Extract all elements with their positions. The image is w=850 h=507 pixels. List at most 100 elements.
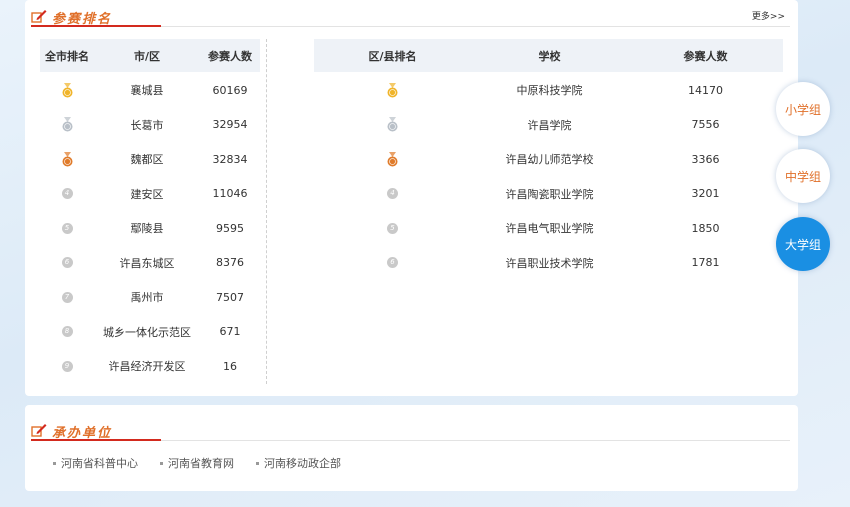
table-row: 6 许昌东城区 8376 [40, 246, 260, 281]
school-name: 中原科技学院 [516, 84, 583, 98]
participant-count: 14170 [688, 83, 723, 97]
city-name: 魏都区 [130, 153, 164, 167]
bronze-medal-icon [62, 151, 72, 167]
section-underline [31, 25, 161, 27]
participant-count: 1850 [691, 221, 720, 235]
participant-count: 3201 [691, 187, 720, 201]
rank-cell: 5 [40, 222, 94, 234]
more-link[interactable]: 更多>> [752, 9, 785, 22]
rank-badge: 5 [387, 222, 398, 234]
rank-cell: 9 [40, 360, 94, 372]
participant-count: 32834 [212, 152, 248, 166]
city-name: 许昌东城区 [119, 256, 175, 270]
school-name: 许昌职业技术学院 [505, 256, 594, 270]
rank-cell: 7 [40, 291, 94, 303]
city-name: 禹州市 [130, 291, 164, 305]
edit-icon [31, 10, 47, 23]
rank-cell [314, 82, 471, 98]
bullet-icon [256, 461, 259, 465]
table-row: 9 许昌经济开发区 16 [40, 349, 260, 384]
participant-count: 1781 [691, 256, 720, 270]
rank-cell: 5 [314, 222, 471, 234]
tab-university[interactable]: 大学组 [776, 217, 830, 271]
gold-medal-icon [387, 82, 398, 98]
ranking-section-header: 参赛排名 更多>> [31, 7, 790, 27]
city-name: 长葛市 [130, 118, 164, 132]
organizers-list: 河南省科普中心 河南省教育网 河南移动政企部 [53, 455, 363, 471]
participant-count: 671 [219, 325, 241, 339]
rank-badge: 4 [387, 188, 398, 200]
column-header-rank: 全市排名 [45, 49, 89, 63]
participant-count: 60169 [212, 83, 248, 97]
participant-count: 16 [223, 359, 237, 373]
bullet-icon [53, 461, 56, 465]
bronze-medal-icon [387, 151, 398, 167]
organizers-panel: 承办单位 河南省科普中心 河南省教育网 河南移动政企部 [25, 405, 798, 491]
table-row: 8 城乡一体化示范区 671 [40, 315, 260, 350]
table-divider [266, 39, 267, 384]
table-row: 中原科技学院 14170 [314, 73, 783, 108]
table-row: 4 建安区 11046 [40, 177, 260, 212]
rank-cell [40, 117, 94, 132]
tab-primary-school[interactable]: 小学组 [776, 82, 830, 136]
rank-cell: 4 [314, 188, 471, 200]
city-name: 城乡一体化示范区 [103, 325, 191, 339]
organizer-link[interactable]: 河南省科普中心 [53, 455, 138, 471]
silver-medal-icon [387, 117, 398, 132]
table-row: 6 许昌职业技术学院 1781 [314, 246, 783, 281]
participant-count: 7556 [691, 118, 720, 132]
table-row: 魏都区 32834 [40, 142, 260, 177]
table-row: 4 许昌陶瓷职业学院 3201 [314, 177, 783, 212]
table-row: 长葛市 32954 [40, 108, 260, 143]
city-name: 襄城县 [130, 84, 164, 98]
city-table-body: 襄城县 60169 长葛市 32954 魏都区 32834 4 建安区 11046 5 鄢陵县 959… [40, 73, 260, 384]
edit-icon [31, 424, 47, 437]
organizer-link[interactable]: 河南移动政企部 [256, 455, 341, 471]
rank-badge: 6 [387, 257, 398, 269]
city-table-header: 全市排名 市/区 参赛人数 [40, 39, 260, 72]
gold-medal-icon [62, 82, 72, 98]
column-header-city: 市/区 [133, 49, 161, 63]
rank-badge: 7 [61, 291, 73, 303]
organizer-link[interactable]: 河南省教育网 [160, 455, 234, 471]
participant-count: 3366 [691, 152, 720, 166]
rank-badge: 6 [61, 257, 73, 269]
column-header-count: 参赛人数 [683, 49, 728, 63]
school-name: 许昌学院 [527, 118, 572, 132]
school-name: 许昌电气职业学院 [505, 222, 594, 236]
city-name: 建安区 [130, 187, 164, 201]
table-row: 襄城县 60169 [40, 73, 260, 108]
silver-medal-icon [62, 117, 72, 132]
participant-count: 32954 [212, 118, 248, 132]
column-header-rank: 区/县排名 [368, 49, 417, 63]
school-name: 许昌陶瓷职业学院 [505, 187, 594, 201]
column-header-school: 学校 [538, 49, 561, 63]
rank-cell: 6 [314, 257, 471, 269]
participant-count: 9595 [216, 221, 244, 235]
rank-cell: 4 [40, 188, 94, 200]
participant-count: 11046 [212, 187, 248, 201]
organizers-section-header: 承办单位 [31, 421, 790, 441]
bullet-icon [160, 461, 163, 465]
rank-badge: 5 [61, 222, 73, 234]
table-row: 许昌学院 7556 [314, 108, 783, 143]
rank-cell [314, 151, 471, 167]
tab-middle-school[interactable]: 中学组 [776, 149, 830, 203]
rank-cell: 8 [40, 326, 94, 338]
rank-cell [40, 82, 94, 98]
rank-cell [314, 117, 471, 132]
school-name: 许昌幼儿师范学校 [505, 153, 594, 167]
ranking-panel: 参赛排名 更多>> 全市排名 市/区 参赛人数 襄城县 60169 长葛市 32954… [25, 0, 798, 396]
table-row: 5 许昌电气职业学院 1850 [314, 211, 783, 246]
participant-count: 8376 [216, 256, 244, 270]
rank-badge: 8 [61, 326, 73, 338]
table-row: 许昌幼儿师范学校 3366 [314, 142, 783, 177]
table-row: 5 鄢陵县 9595 [40, 211, 260, 246]
rank-badge: 4 [61, 188, 73, 200]
school-table-body: 中原科技学院 14170 许昌学院 7556 许昌幼儿师范学校 3366 4 许昌陶瓷职业学院… [314, 73, 783, 280]
column-header-count: 参赛人数 [208, 49, 252, 63]
city-name: 许昌经济开发区 [108, 360, 186, 374]
school-table-header: 区/县排名 学校 参赛人数 [314, 39, 783, 72]
participant-count: 7507 [216, 290, 244, 304]
section-underline [31, 439, 161, 441]
